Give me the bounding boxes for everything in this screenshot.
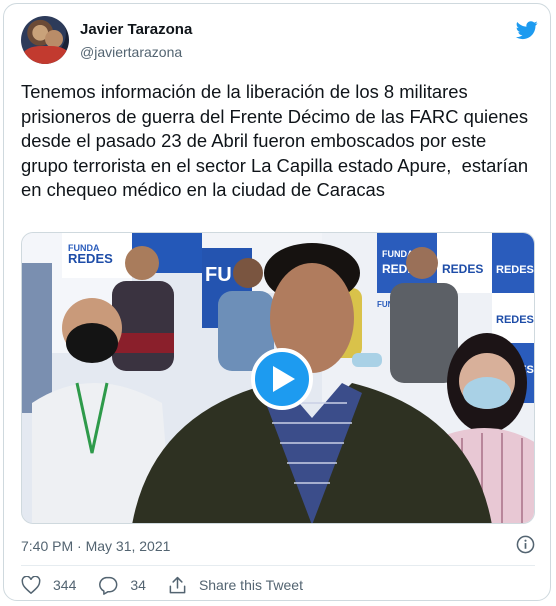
video-player[interactable]: FUNDA REDES FUNDA REDES FU REDES REDES R… [21,232,535,524]
reply-button[interactable]: 34 [98,576,146,595]
play-button[interactable] [251,348,313,410]
banner-text: REDES [496,314,534,326]
action-bar: 344 34 Share this Tweet [21,574,325,596]
banner-text: REDES [442,262,483,276]
reply-count: 34 [130,577,146,593]
banner-text: REDES [68,251,113,266]
heart-icon [21,576,41,594]
avatar-shirt [23,46,69,64]
divider [21,565,535,566]
banner-text: FU [205,264,232,286]
like-button[interactable]: 344 [21,576,76,594]
share-button[interactable]: Share this Tweet [168,576,303,595]
info-icon[interactable] [516,535,535,554]
tweet-text: Tenemos información de la liberación de … [21,81,534,200]
like-count: 344 [53,577,77,593]
author-handle[interactable]: @javiertarazona [80,44,182,60]
reply-bubble-icon [99,576,118,595]
banner-text: REDES [496,264,534,276]
tweet-timestamp[interactable]: 7:40 PM · May 31, 2021 [21,538,170,554]
share-icon [169,576,186,593]
share-label: Share this Tweet [198,577,303,593]
author-avatar[interactable] [21,16,69,64]
author-name[interactable]: Javier Tarazona [80,21,192,38]
play-icon [273,366,295,392]
tweet-card[interactable]: Javier Tarazona @javiertarazona Tenemos … [3,3,551,601]
twitter-bird-icon[interactable] [514,19,540,41]
